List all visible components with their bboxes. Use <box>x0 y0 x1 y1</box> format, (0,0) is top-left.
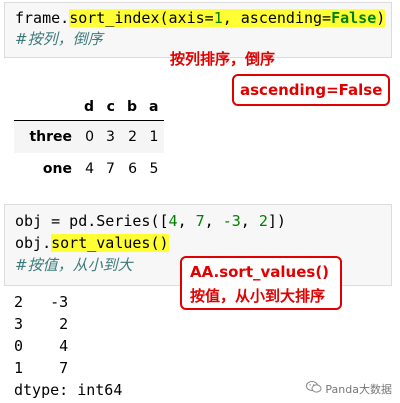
df-cell: 3 <box>106 129 115 145</box>
df-cell: 6 <box>128 161 137 177</box>
annotation-box-ascending: ascending=False <box>232 74 391 106</box>
output-line: 3 2 <box>14 315 69 333</box>
code-line-sort-index: frame.sort_index(axis=1, ascending=False… <box>15 9 386 27</box>
watermark: Panda大数据 <box>306 380 392 397</box>
df-cell: 2 <box>128 129 137 145</box>
output-line: 0 4 <box>14 337 69 355</box>
annotation-line-2: 按值，从小到大排序 <box>190 287 326 305</box>
df-row-index: one <box>42 161 72 177</box>
df-cell: 7 <box>106 161 115 177</box>
code-comment-2: #按值，从小到大 <box>15 256 133 274</box>
df-cell: 5 <box>149 161 159 177</box>
df-row: one 4 7 6 5 <box>14 153 164 185</box>
code-comment-1: #按列，倒序 <box>15 30 103 48</box>
df-cell: 0 <box>85 129 95 145</box>
wechat-icon <box>306 380 322 397</box>
dataframe-output: d c b a three 0 3 2 1 one 4 7 6 5 <box>14 94 165 185</box>
code-line-sort-values: obj.sort_values() <box>15 234 169 252</box>
df-corner <box>14 94 78 121</box>
df-column-header: d <box>78 94 101 121</box>
df-column-header: b <box>120 94 143 121</box>
df-row: three 0 3 2 1 <box>14 120 165 153</box>
annotation-line-1: AA.sort_values() <box>190 263 330 281</box>
watermark-text: Panda大数据 <box>325 382 392 396</box>
df-row-index: three <box>29 129 72 145</box>
output-line: 2 -3 <box>14 293 69 311</box>
annotation-box-sort-values: AA.sort_values() 按值，从小到大排序 <box>180 256 342 310</box>
df-column-header: c <box>100 94 121 121</box>
df-cell: 4 <box>85 161 95 177</box>
df-column-header: a <box>142 94 165 121</box>
df-header-row: d c b a <box>14 94 165 121</box>
code-line-series: obj = pd.Series([4, 7, -3, 2]) <box>15 212 286 230</box>
output-line: dtype: int64 <box>14 381 123 399</box>
output-line: 1 7 <box>14 359 69 377</box>
df-cell: 1 <box>149 129 159 145</box>
annotation-label-1: 按列排序，倒序 <box>170 50 276 68</box>
